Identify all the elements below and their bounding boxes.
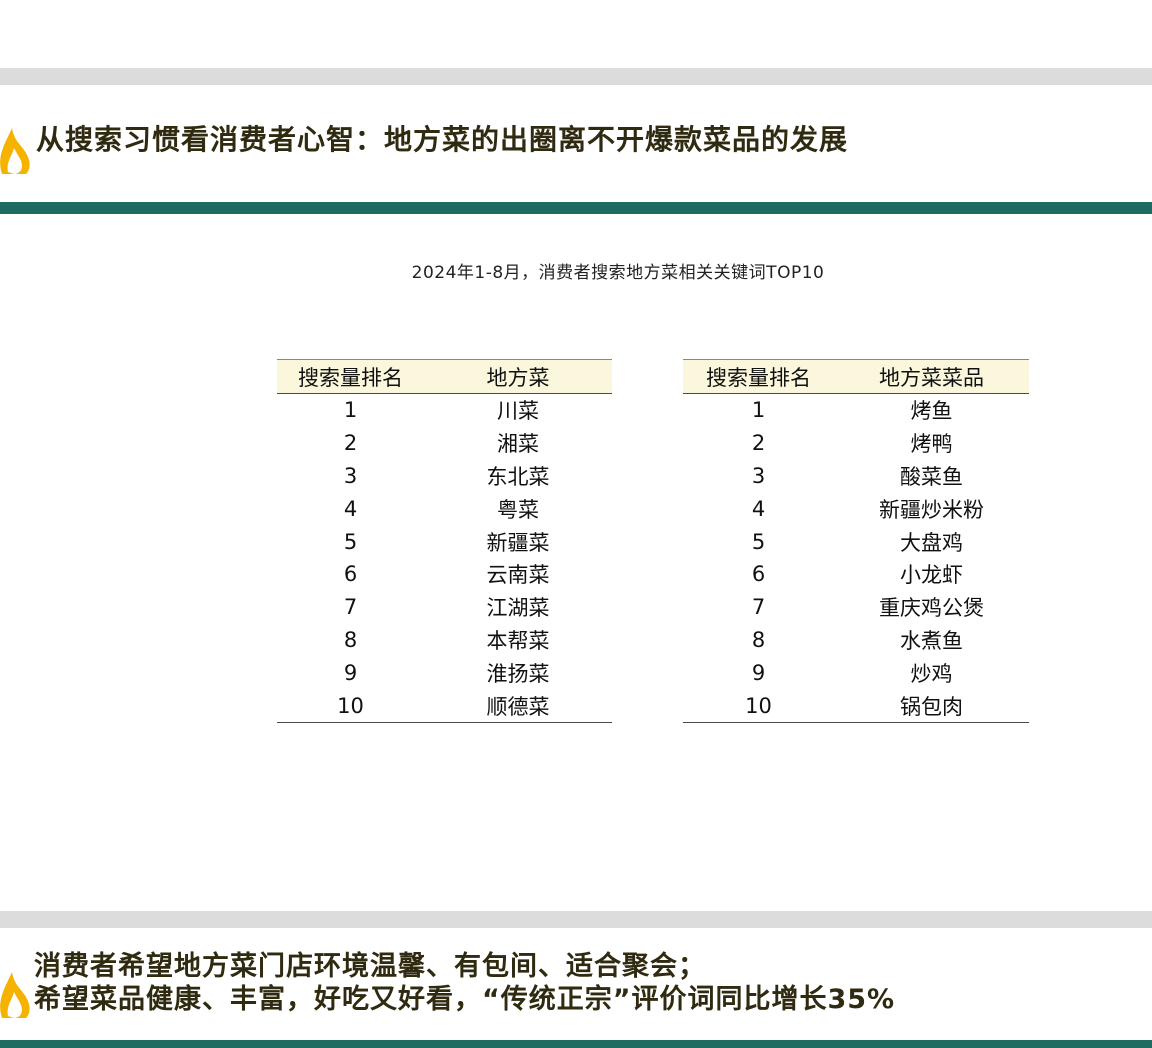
column-header-rank: 搜索量排名 bbox=[277, 359, 424, 394]
table-header-row: 搜索量排名 地方菜菜品 bbox=[683, 359, 1029, 394]
dish-cell: 烤鱼 bbox=[910, 399, 953, 424]
dish-cell: 小龙虾 bbox=[900, 563, 963, 588]
rank-cell: 5 bbox=[751, 529, 766, 554]
table-row: 6 云南菜 bbox=[277, 558, 612, 591]
flame-icon bbox=[0, 972, 30, 1018]
dish-cell: 炒鸡 bbox=[910, 661, 953, 686]
dish-cell: 酸菜鱼 bbox=[900, 464, 963, 489]
cuisine-cell: 湘菜 bbox=[497, 432, 539, 457]
cuisine-cell: 东北菜 bbox=[486, 464, 550, 489]
table-header-row: 搜索量排名 地方菜 bbox=[277, 359, 612, 394]
table-row: 5 大盘鸡 bbox=[683, 525, 1029, 558]
cuisine-cell: 云南菜 bbox=[486, 563, 550, 588]
rank-cell: 8 bbox=[343, 627, 358, 652]
dish-ranking-table: 搜索量排名 地方菜菜品 1 烤鱼 2 烤鸭 3 酸菜鱼 4 新疆炒米粉 5 大盘鸡 6 小龙… bbox=[683, 359, 1029, 723]
table-row: 7 江湖菜 bbox=[277, 591, 612, 624]
cuisine-cell: 粤菜 bbox=[497, 497, 539, 522]
page-title: 从搜索习惯看消费者心智：地方菜的出圈离不开爆款菜品的发展 bbox=[36, 123, 849, 156]
rank-cell: 1 bbox=[751, 398, 766, 423]
rank-cell: 9 bbox=[343, 660, 358, 685]
table-row: 1 烤鱼 bbox=[683, 394, 1029, 427]
table-row: 6 小龙虾 bbox=[683, 558, 1029, 591]
rank-cell: 1 bbox=[343, 398, 358, 423]
dish-cell: 锅包肉 bbox=[834, 689, 1029, 723]
rank-cell: 2 bbox=[751, 431, 766, 456]
column-header-rank: 搜索量排名 bbox=[683, 359, 834, 394]
dish-cell: 新疆炒米粉 bbox=[879, 497, 984, 522]
rank-cell: 3 bbox=[343, 463, 358, 488]
flame-icon bbox=[0, 128, 30, 174]
column-header-dish: 地方菜菜品 bbox=[834, 359, 1029, 394]
table-row: 10 顺德菜 bbox=[277, 689, 612, 723]
rank-cell: 9 bbox=[751, 660, 766, 685]
table-row: 8 本帮菜 bbox=[277, 624, 612, 657]
rank-cell: 6 bbox=[343, 562, 358, 587]
table-row: 7 重庆鸡公煲 bbox=[683, 591, 1029, 624]
summary-line-2: 希望菜品健康、丰富，好吃又好看，“传统正宗”评价词同比增长35% bbox=[34, 984, 896, 1015]
dish-cell: 水煮鱼 bbox=[900, 628, 963, 653]
rank-cell: 6 bbox=[751, 562, 766, 587]
table-row: 2 湘菜 bbox=[277, 427, 612, 460]
cuisine-cell: 顺德菜 bbox=[424, 689, 612, 723]
table-row: 5 新疆菜 bbox=[277, 525, 612, 558]
column-header-cuisine: 地方菜 bbox=[424, 359, 612, 394]
rank-cell: 4 bbox=[751, 496, 766, 521]
table-row: 3 东北菜 bbox=[277, 460, 612, 493]
rank-cell: 7 bbox=[751, 595, 766, 620]
table-row: 2 烤鸭 bbox=[683, 427, 1029, 460]
cuisine-ranking-table: 搜索量排名 地方菜 1 川菜 2 湘菜 3 东北菜 4 粤菜 5 新疆菜 6 云南菜 7 江湖… bbox=[277, 359, 612, 723]
rank-cell: 8 bbox=[751, 627, 766, 652]
table-row: 4 粤菜 bbox=[277, 492, 612, 525]
cuisine-cell: 江湖菜 bbox=[486, 596, 550, 621]
cuisine-cell: 淮扬菜 bbox=[486, 661, 550, 686]
table-row: 10 锅包肉 bbox=[683, 689, 1029, 723]
table-row: 8 水煮鱼 bbox=[683, 624, 1029, 657]
rank-cell: 2 bbox=[343, 431, 358, 456]
rank-cell: 10 bbox=[277, 689, 424, 723]
cuisine-cell: 本帮菜 bbox=[486, 628, 550, 653]
summary-text: 消费者希望地方菜门店环境温馨、有包间、适合聚会； 希望菜品健康、丰富，好吃又好看… bbox=[34, 950, 895, 1016]
top-gray-band bbox=[0, 68, 1152, 85]
table-row: 9 淮扬菜 bbox=[277, 656, 612, 689]
rank-cell: 10 bbox=[683, 689, 834, 723]
cuisine-cell: 新疆菜 bbox=[486, 530, 550, 555]
rank-cell: 7 bbox=[343, 595, 358, 620]
table-row: 1 川菜 bbox=[277, 394, 612, 427]
rank-cell: 4 bbox=[343, 496, 358, 521]
table-row: 9 炒鸡 bbox=[683, 656, 1029, 689]
summary-line-1: 消费者希望地方菜门店环境温馨、有包间、适合聚会； bbox=[34, 951, 706, 982]
dish-cell: 重庆鸡公煲 bbox=[879, 596, 984, 621]
cuisine-cell: 川菜 bbox=[497, 399, 539, 424]
chart-title: 2024年1-8月，消费者搜索地方菜相关关键词TOP10 bbox=[411, 263, 825, 283]
header-divider bbox=[0, 202, 1152, 214]
dish-cell: 烤鸭 bbox=[910, 432, 953, 457]
dish-cell: 大盘鸡 bbox=[900, 530, 963, 555]
rank-cell: 3 bbox=[751, 463, 766, 488]
rank-cell: 5 bbox=[343, 529, 358, 554]
table-row: 3 酸菜鱼 bbox=[683, 460, 1029, 493]
table-row: 4 新疆炒米粉 bbox=[683, 492, 1029, 525]
footer-divider bbox=[0, 1040, 1152, 1048]
bottom-gray-band bbox=[0, 911, 1152, 928]
